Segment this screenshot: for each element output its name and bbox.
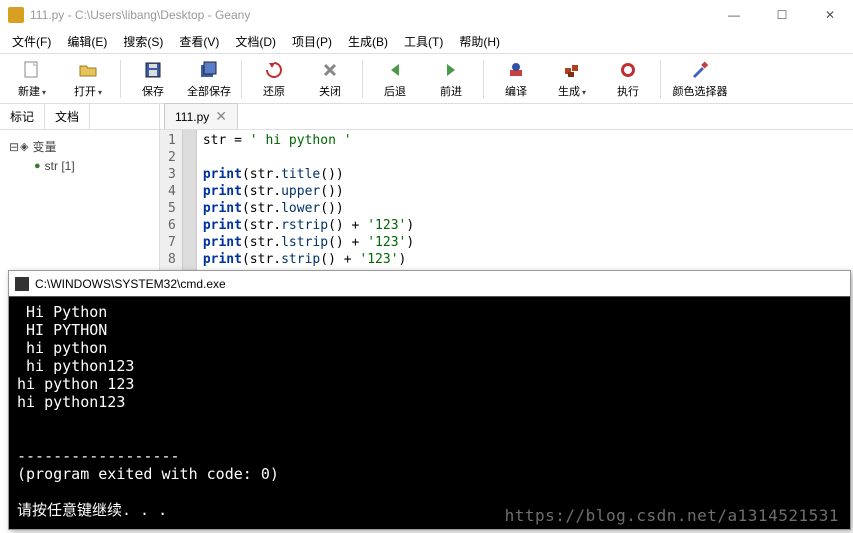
cmd-title-text: C:\WINDOWS\SYSTEM32\cmd.exe [35,277,226,291]
menu-file[interactable]: 文件(F) [4,30,59,53]
variable-icon: ● [34,160,41,172]
menu-build[interactable]: 生成(B) [340,30,396,53]
compile-icon [505,59,527,81]
revert-icon [263,59,285,81]
colorpicker-button[interactable]: 颜色选择器 [665,59,735,99]
code-area[interactable]: str = ' hi python ' print(str.title())pr… [197,130,420,287]
back-icon [384,59,406,81]
line-gutter: 123456789 [160,130,183,287]
maximize-button[interactable]: ☐ [767,8,797,22]
tree-item-label: str [1] [45,159,75,173]
file-tab[interactable]: 111.py ✕ [164,103,238,129]
tree-root[interactable]: ⊟ ◈ 变量 [8,136,151,157]
window-controls: — ☐ ✕ [719,8,845,22]
window-title: 111.py - C:\Users\libang\Desktop - Geany [30,8,719,22]
cmd-output: Hi Python HI PYTHON hi python hi python1… [9,297,850,525]
minimize-button[interactable]: — [719,8,749,22]
open-icon [77,59,99,81]
sidebar-tabs: 标记 文档 [0,104,159,130]
menu-document[interactable]: 文档(D) [227,30,284,53]
open-button[interactable]: 打开▾ [60,59,116,99]
watermark: https://blog.csdn.net/a1314521531 [505,506,839,525]
save-icon [142,59,164,81]
cmd-icon [15,277,29,291]
menu-tools[interactable]: 工具(T) [396,30,451,53]
sidebar: 标记 文档 ⊟ ◈ 变量 ● str [1] [0,104,160,284]
app-icon [8,7,24,23]
compile-button[interactable]: 编译 [488,59,544,99]
close-icon [319,59,341,81]
collapse-icon[interactable]: ⊟ [8,140,20,154]
back-button[interactable]: 后退 [367,59,423,99]
body-row: 标记 文档 ⊟ ◈ 变量 ● str [1] 111.py ✕ 12345678… [0,104,853,284]
menu-search[interactable]: 搜索(S) [115,30,171,53]
revert-button[interactable]: 还原 [246,59,302,99]
tab-close-icon[interactable]: ✕ [215,108,227,125]
saveall-button[interactable]: 全部保存 [181,59,237,99]
toolbar: 新建▾ 打开▾ 保存 全部保存 还原 关闭 后退 前进 编译 生成▾ 执行 颜色… [0,54,853,104]
cmd-title-bar[interactable]: C:\WINDOWS\SYSTEM32\cmd.exe [9,271,850,297]
menu-help[interactable]: 帮助(H) [451,30,508,53]
menu-view[interactable]: 查看(V) [171,30,227,53]
execute-button[interactable]: 执行 [600,59,656,99]
menu-project[interactable]: 项目(P) [284,30,340,53]
saveall-icon [198,59,220,81]
build-button[interactable]: 生成▾ [544,59,600,99]
sidebar-tab-docs[interactable]: 文档 [45,104,90,129]
variable-group-icon: ◈ [20,140,28,153]
editor-column: 111.py ✕ 123456789 str = ' hi python ' p… [160,104,853,284]
sidebar-tab-marks[interactable]: 标记 [0,104,45,129]
execute-icon [617,59,639,81]
tree-root-label: 变量 [32,138,56,155]
build-icon [561,59,583,81]
close-file-button[interactable]: 关闭 [302,59,358,99]
new-button[interactable]: 新建▾ [4,59,60,99]
close-button[interactable]: ✕ [815,8,845,22]
new-file-icon [21,59,43,81]
menu-bar: 文件(F) 编辑(E) 搜索(S) 查看(V) 文档(D) 项目(P) 生成(B… [0,30,853,54]
forward-button[interactable]: 前进 [423,59,479,99]
file-tab-label: 111.py [175,110,209,124]
menu-edit[interactable]: 编辑(E) [59,30,115,53]
symbol-tree: ⊟ ◈ 变量 ● str [1] [0,130,159,181]
editor[interactable]: 123456789 str = ' hi python ' print(str.… [160,130,853,287]
fold-margin [183,130,197,287]
title-bar: 111.py - C:\Users\libang\Desktop - Geany… [0,0,853,30]
tree-item[interactable]: ● str [1] [8,157,151,175]
forward-icon [440,59,462,81]
colorpicker-icon [689,59,711,81]
cmd-window[interactable]: C:\WINDOWS\SYSTEM32\cmd.exe Hi Python HI… [8,270,851,530]
file-tabs: 111.py ✕ [160,104,853,130]
save-button[interactable]: 保存 [125,59,181,99]
